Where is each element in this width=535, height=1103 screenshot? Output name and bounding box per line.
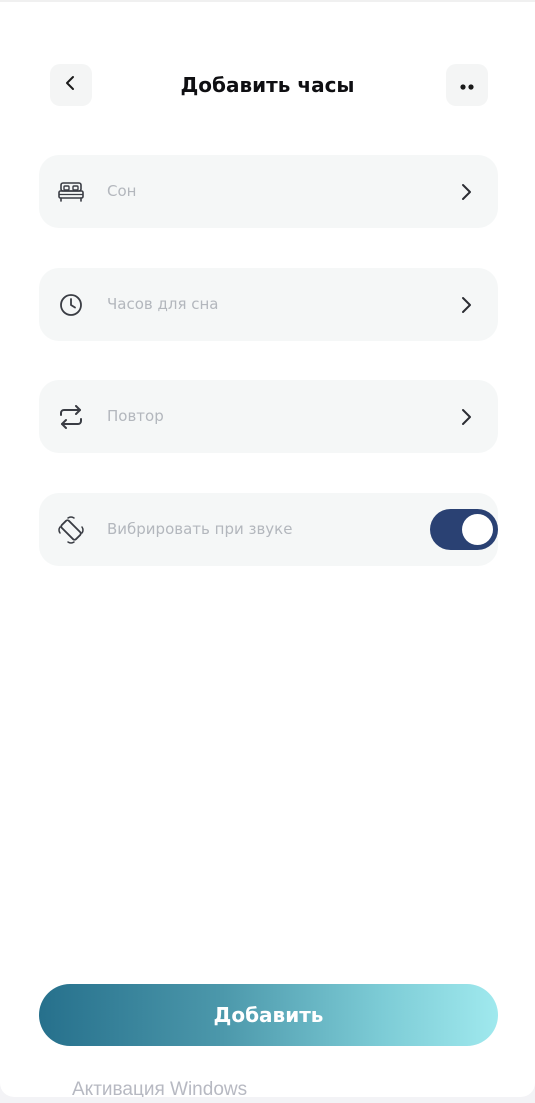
repeat-label: Повтор [107,407,164,425]
bed-icon [57,179,85,205]
sleep-row[interactable]: Сон [39,155,498,228]
chevron-right-icon [456,407,476,427]
sleep-hours-label: Часов для сна [107,295,219,313]
app-screen: Добавить часы Сон Часов для сна Повтор В… [0,0,535,1097]
repeat-row[interactable]: Повтор [39,380,498,453]
more-dots-icon [459,76,475,95]
vibrate-label: Вибрировать при звуке [107,520,293,538]
more-options-button[interactable] [446,64,488,106]
chevron-right-icon [456,182,476,202]
back-button[interactable] [50,64,92,106]
sleep-label: Сон [107,182,137,200]
top-divider [0,0,535,2]
toggle-knob [462,514,493,545]
vibrate-phone-icon [57,516,85,544]
clock-icon [57,292,85,318]
add-button[interactable]: Добавить [39,984,498,1046]
windows-activation-watermark: Активация Windows [72,1079,248,1097]
vibrate-toggle[interactable] [430,509,498,550]
chevron-right-icon [456,295,476,315]
sleep-hours-row[interactable]: Часов для сна [39,268,498,341]
repeat-icon [57,404,85,430]
page-title: Добавить часы [180,73,355,97]
chevron-left-icon [64,75,78,95]
